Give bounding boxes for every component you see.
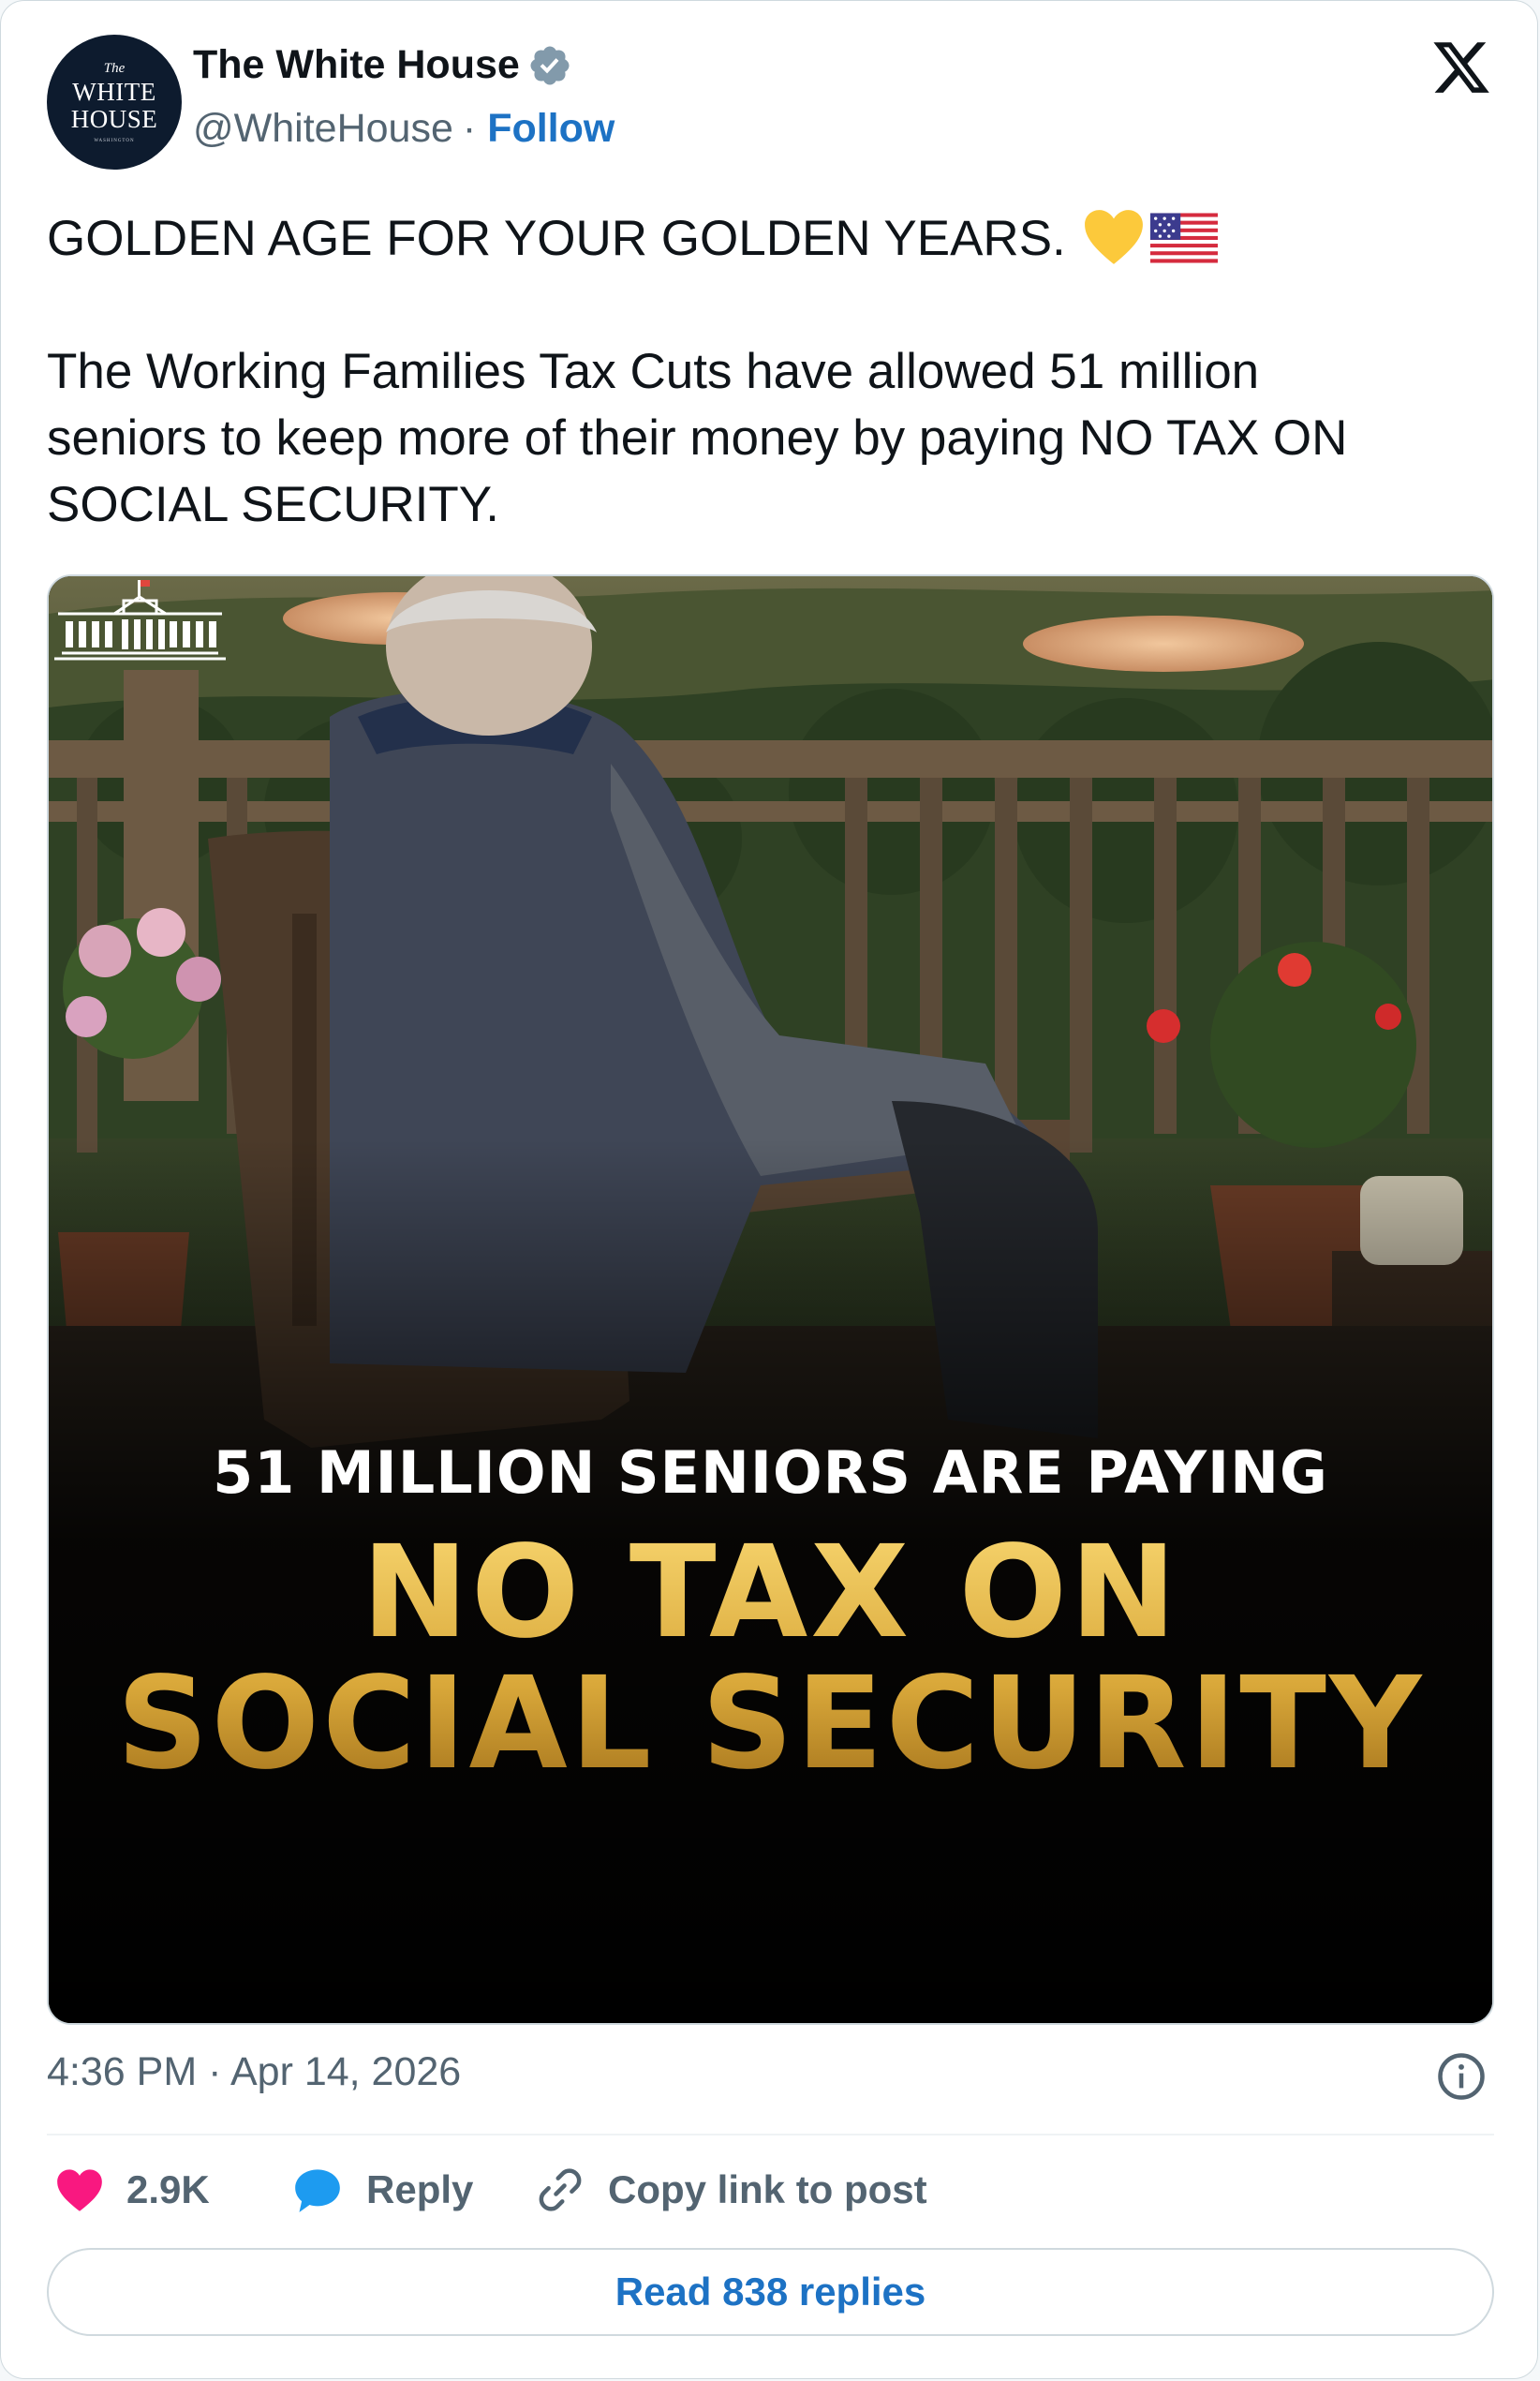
handle-row: @WhiteHouse · Follow bbox=[193, 106, 615, 152]
post-body: The Working Families Tax Cuts have allow… bbox=[47, 338, 1347, 538]
like-button[interactable]: 2.9K bbox=[55, 2162, 210, 2218]
post-timestamp[interactable]: 4:36 PM · Apr 14, 2026 bbox=[47, 2049, 461, 2095]
avatar-text-white: WHITE bbox=[72, 77, 156, 106]
avatar-text-house: HOUSE bbox=[70, 104, 158, 133]
author-name[interactable]: The White House bbox=[193, 42, 520, 88]
white-house-logo-icon bbox=[54, 580, 226, 661]
post-headline-row: GOLDEN AGE FOR YOUR GOLDEN YEARS. bbox=[47, 205, 1218, 272]
author-handle[interactable]: @WhiteHouse bbox=[193, 106, 453, 152]
us-flag-icon bbox=[1149, 213, 1218, 263]
like-count: 2.9K bbox=[126, 2167, 210, 2211]
avatar-text-washington: WASHINGTON bbox=[94, 138, 135, 143]
author-name-row[interactable]: The White House bbox=[193, 42, 572, 88]
heart-icon bbox=[57, 2169, 102, 2211]
image-headline-small: 51 MILLION SENIORS ARE PAYING bbox=[213, 1438, 1328, 1507]
info-icon[interactable] bbox=[1436, 2051, 1487, 2102]
post-body-line: The Working Families Tax Cuts have allow… bbox=[47, 344, 1260, 399]
copy-link-label: Copy link to post bbox=[608, 2167, 927, 2211]
avatar[interactable]: The WHITE HOUSE WASHINGTON bbox=[47, 35, 182, 170]
avatar-text-the: The bbox=[103, 60, 126, 76]
follow-button[interactable]: Follow bbox=[487, 106, 615, 152]
post-image[interactable]: 51 MILLION SENIORS ARE PAYING NO TAX ON … bbox=[47, 574, 1494, 2025]
link-icon bbox=[539, 2168, 582, 2211]
reply-label: Reply bbox=[366, 2167, 474, 2211]
reply-button[interactable]: Reply bbox=[291, 2162, 473, 2218]
post-body-line: SOCIAL SECURITY. bbox=[47, 477, 500, 532]
yellow-heart-icon bbox=[1084, 210, 1143, 264]
post-headline: GOLDEN AGE FOR YOUR GOLDEN YEARS. bbox=[47, 211, 1066, 266]
copy-link-button[interactable]: Copy link to post bbox=[535, 2162, 927, 2218]
image-headline-line-1: NO TAX ON bbox=[362, 1519, 1179, 1667]
read-replies-button[interactable]: Read 838 replies bbox=[47, 2248, 1494, 2336]
image-headline-line-2: SOCIAL SECURITY bbox=[116, 1650, 1425, 1798]
read-replies-label: Read 838 replies bbox=[615, 2269, 926, 2314]
reply-bubble-icon bbox=[295, 2169, 340, 2212]
image-headline-big: NO TAX ON SOCIAL SECURITY bbox=[49, 1527, 1492, 1790]
x-logo-icon[interactable] bbox=[1429, 37, 1494, 98]
post-body-line: seniors to keep more of their money by p… bbox=[47, 410, 1348, 466]
tweet-card: The WHITE HOUSE WASHINGTON The White Hou… bbox=[0, 0, 1538, 2379]
divider bbox=[47, 2134, 1494, 2135]
verified-badge-icon bbox=[530, 46, 570, 84]
separator: · bbox=[462, 106, 477, 151]
photo-scene bbox=[49, 576, 1492, 2023]
